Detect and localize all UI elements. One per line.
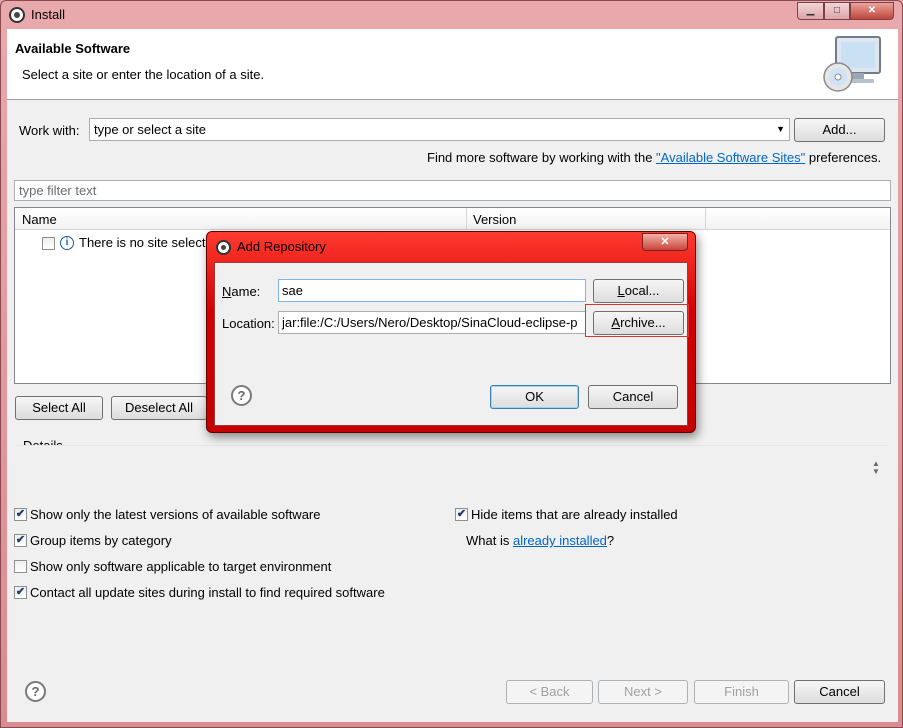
page-title: Available Software (15, 41, 131, 56)
eclipse-app-icon (216, 240, 231, 255)
archive-button[interactable]: Archive... (593, 311, 684, 335)
dialog-title: Add Repository (237, 239, 326, 254)
checkbox-latest-versions[interactable]: ✔ (14, 508, 27, 521)
checkbox-group-items[interactable]: ✔ (14, 534, 27, 547)
archive-label-rest: rchive... (620, 315, 666, 330)
site-combo-value: type or select a site (94, 122, 206, 137)
option-label: Group items by category (30, 533, 172, 548)
finish-button[interactable]: Finish (694, 680, 789, 704)
wizard-header: Available Software Select a site or ente… (7, 29, 898, 100)
cancel-button[interactable]: Cancel (794, 680, 885, 704)
row-checkbox[interactable] (42, 237, 55, 250)
name-label: Name: (222, 284, 260, 299)
name-label-rest: ame: (231, 284, 261, 299)
checkbox-hide-installed[interactable]: ✔ (455, 508, 468, 521)
column-divider[interactable] (705, 208, 706, 230)
ok-button[interactable]: OK (490, 385, 579, 409)
table-header: Name Version (15, 208, 890, 230)
help-icon[interactable]: ? (25, 681, 46, 702)
table-row: There is no site selected. (79, 235, 224, 250)
filter-input[interactable]: type filter text (14, 180, 891, 201)
scroll-arrows-icon[interactable]: ▲ ▼ (872, 460, 880, 476)
name-field[interactable]: sae (278, 279, 586, 302)
maximize-button[interactable]: □ (824, 2, 850, 20)
option-label: Contact all update sites during install … (30, 585, 385, 600)
site-combo[interactable]: type or select a site ▼ (89, 118, 790, 141)
archive-mnemonic: A (611, 315, 621, 330)
deselect-all-button[interactable]: Deselect All (111, 396, 207, 420)
minimize-button[interactable]: ▁ (797, 2, 824, 20)
title-bar: Install ▁ □ ✕ (1, 1, 903, 29)
find-more-text: Find more software by working with the "… (427, 150, 881, 165)
back-button[interactable]: < Back (506, 680, 593, 704)
what-is-prefix: What is (466, 533, 513, 548)
dialog-cancel-button[interactable]: Cancel (588, 385, 678, 409)
info-icon: i (60, 236, 74, 250)
option-label: Show only the latest versions of availab… (30, 507, 321, 522)
column-divider[interactable] (466, 208, 467, 230)
what-is-installed-text: What is already installed? (466, 533, 614, 548)
details-area (17, 445, 888, 499)
eclipse-app-icon (9, 7, 25, 23)
available-sites-link[interactable]: "Available Software Sites" (656, 150, 805, 165)
location-label: Location: (222, 316, 275, 331)
find-more-prefix: Find more software by working with the (427, 150, 657, 165)
dialog-client: Name: sae Local... Location: jar:file:/C… (214, 262, 689, 426)
install-banner-icon (823, 36, 881, 92)
column-header-version[interactable]: Version (473, 212, 516, 227)
what-is-suffix: ? (606, 533, 615, 548)
checkbox-target-env[interactable] (14, 560, 27, 573)
chevron-down-icon[interactable]: ▼ (776, 124, 785, 134)
window-title: Install (31, 7, 65, 22)
next-button[interactable]: Next > (598, 680, 688, 704)
page-subtitle: Select a site or enter the location of a… (22, 67, 265, 82)
already-installed-link[interactable]: already installed (513, 533, 607, 548)
local-mnemonic: L (617, 283, 625, 298)
dialog-close-button[interactable]: ✕ (642, 233, 688, 251)
local-button[interactable]: Local... (593, 279, 684, 303)
column-header-name[interactable]: Name (22, 212, 57, 227)
select-all-button[interactable]: Select All (15, 396, 103, 420)
help-icon[interactable]: ? (231, 385, 252, 406)
find-more-suffix: preferences. (805, 150, 882, 165)
close-button[interactable]: ✕ (850, 2, 894, 20)
add-repository-dialog: Add Repository ✕ Name: sae Local... Loca… (206, 231, 696, 433)
name-label-mnemonic: N (222, 284, 232, 299)
local-label-rest: ocal... (624, 283, 660, 298)
work-with-label: Work with: (19, 123, 80, 138)
option-label: Hide items that are already installed (471, 507, 678, 522)
location-field[interactable]: jar:file:/C:/Users/Nero/Desktop/SinaClou… (278, 311, 586, 334)
checkbox-contact-sites[interactable]: ✔ (14, 586, 27, 599)
option-label: Show only software applicable to target … (30, 559, 332, 574)
add-site-button[interactable]: Add... (794, 118, 885, 142)
